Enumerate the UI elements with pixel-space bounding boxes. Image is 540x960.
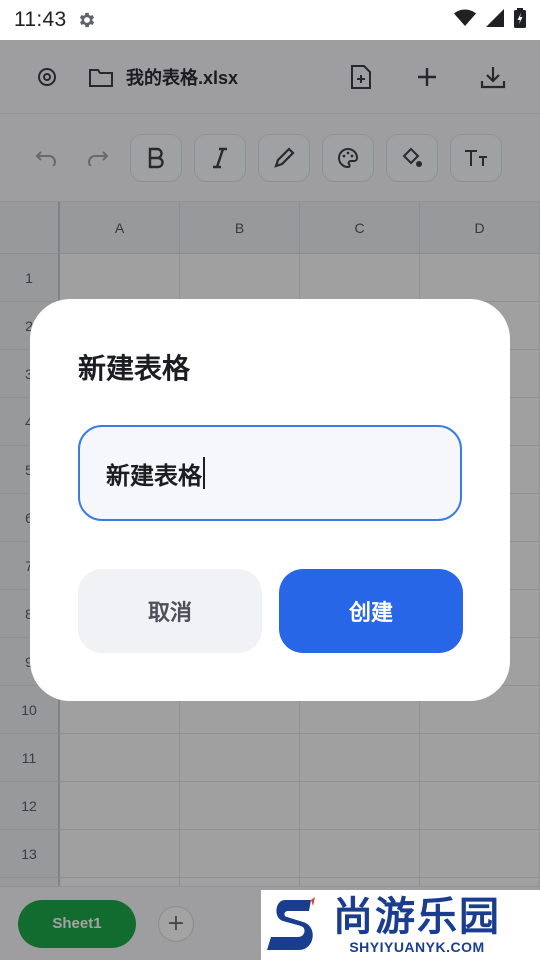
site-watermark: 尚游乐园 SHYIYUANYK.COM [261, 890, 540, 960]
cancel-button[interactable]: 取消 [78, 569, 262, 653]
settings-gear-icon [77, 10, 97, 30]
battery-icon [514, 8, 526, 32]
watermark-logo-icon [261, 890, 331, 960]
watermark-name: 尚游乐园 [333, 894, 501, 940]
cell-signal-icon [486, 9, 504, 31]
new-sheet-dialog: 新建表格 新建表格 取消 创建 [30, 299, 510, 701]
sheet-name-input[interactable]: 新建表格 [78, 425, 462, 521]
watermark-url: SHYIYUANYK.COM [349, 939, 485, 955]
dialog-title: 新建表格 [78, 352, 191, 385]
wifi-icon [454, 9, 476, 31]
create-button[interactable]: 创建 [279, 569, 463, 653]
text-caret [203, 457, 205, 489]
input-value: 新建表格 [106, 461, 202, 490]
status-bar: 11:43 [0, 0, 540, 40]
status-time: 11:43 [14, 8, 67, 31]
